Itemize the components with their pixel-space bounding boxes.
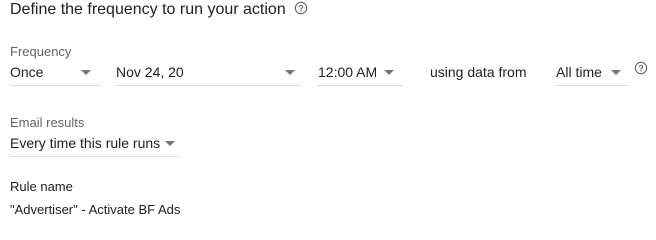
time-value: 12:00 AM [318,64,378,80]
email-results-label: Email results [10,115,85,130]
using-data-from-text: using data from [430,64,527,80]
chevron-down-icon [384,70,394,75]
frequency-type-select[interactable]: Once [10,62,101,86]
email-results-select[interactable]: Every time this rule runs [10,133,181,157]
frequency-label: Frequency [10,44,72,59]
section-title: Define the frequency to run your action [10,0,308,21]
time-select[interactable]: 12:00 AM [318,62,402,86]
chevron-down-icon [611,70,621,75]
date-range-value: All time [556,64,602,80]
email-results-value: Every time this rule runs [10,135,161,151]
chevron-down-icon [81,70,91,75]
section-title-text: Define the frequency to run your action [10,1,286,18]
date-select[interactable]: Nov 24, 20 [116,62,301,86]
chevron-down-icon [165,141,175,146]
chevron-down-icon [285,70,295,75]
help-circle-icon[interactable] [294,1,308,21]
frequency-type-value: Once [10,64,44,80]
help-circle-icon[interactable] [634,61,648,80]
rule-name-label: Rule name [10,179,73,194]
rule-name-value[interactable]: "Advertiser" - Activate BF Ads [10,201,180,219]
date-range-select[interactable]: All time [556,62,628,86]
date-value: Nov 24, 20 [116,64,184,80]
